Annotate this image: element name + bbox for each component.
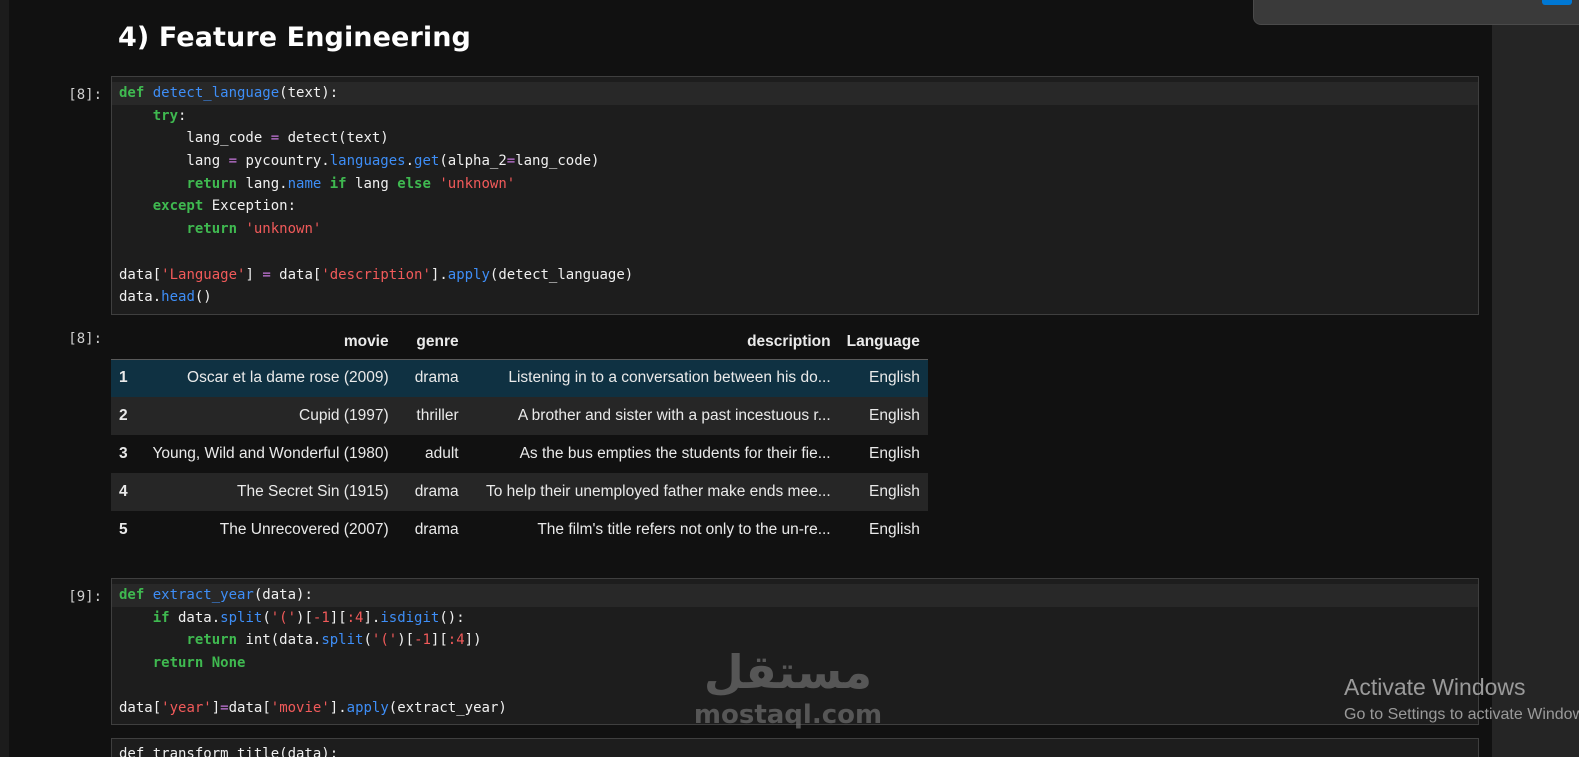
mostaql-watermark: مستقل mostaql.com: [688, 645, 888, 731]
cell-genre: drama: [396, 359, 467, 397]
row-index: 4: [111, 473, 136, 511]
column-header-movie: movie: [135, 325, 397, 360]
cell-description: A brother and sister with a past incestu…: [466, 397, 839, 435]
table-row[interactable]: 4 The Secret Sin (1915) drama To help their…: [111, 473, 928, 511]
activate-windows-title: Activate Windows: [1344, 674, 1526, 700]
row-index: 5: [111, 511, 136, 549]
table-row[interactable]: 1 Oscar et la dame rose (2009) drama Listen…: [111, 359, 928, 397]
code-line: data.head(): [119, 289, 212, 306]
cell-prompt-9: [9]:: [68, 589, 102, 605]
cell-language: English: [838, 359, 928, 397]
cell-description: The film's title refers not only to the …: [466, 511, 839, 549]
popup-accent-button[interactable]: [1542, 0, 1572, 5]
cell-genre: adult: [396, 435, 467, 473]
code-line: return 'unknown': [186, 221, 322, 238]
code-line: except Exception:: [152, 198, 297, 215]
cell-genre: drama: [396, 511, 467, 549]
cell-movie: The Secret Sin (1915): [135, 473, 397, 511]
cell-description: Listening in to a conversation between h…: [466, 359, 839, 397]
table-row[interactable]: 5 The Unrecovered (2007) drama The film's t…: [111, 511, 928, 549]
next-cell-code[interactable]: def transform_title(data):: [112, 743, 1478, 757]
table-row[interactable]: 2 Cupid (1997) thriller A brother and siste…: [111, 397, 928, 435]
code-editor[interactable]: def detect_language(text): try: lang_cod…: [112, 82, 1478, 309]
watermark-logo: مستقل: [703, 645, 873, 699]
activate-windows-notice: Activate Windows Go to Settings to activ…: [1344, 673, 1579, 729]
dataframe-output: movie genre description Language 1 Oscar …: [111, 325, 928, 549]
dataframe-header-row: movie genre description Language: [111, 325, 928, 360]
code-cell-detect-language[interactable]: def detect_language(text): try: lang_cod…: [111, 76, 1479, 315]
code-line: def detect_language(text):: [112, 82, 1478, 105]
cell-movie: Cupid (1997): [135, 397, 397, 435]
code-line: def extract_year(data):: [112, 584, 1478, 607]
cell-genre: drama: [396, 473, 467, 511]
code-line: try:: [152, 107, 187, 124]
cell-language: English: [838, 511, 928, 549]
activate-windows-subtitle: Go to Settings to activate Windows.: [1344, 706, 1579, 723]
cell-description: To help their unemployed father make end…: [466, 473, 839, 511]
column-header-index: [111, 325, 136, 360]
cell-genre: thriller: [396, 397, 467, 435]
section-heading: 4) Feature Engineering: [118, 22, 471, 53]
table-row[interactable]: 3 Young, Wild and Wonderful (1980) adult As…: [111, 435, 928, 473]
code-line: lang_code = detect(text): [119, 130, 389, 147]
cell-movie: Young, Wild and Wonderful (1980): [135, 435, 397, 473]
code-line: data['Language'] = data['description'].a…: [119, 266, 634, 283]
code-line: lang = pycountry.languages.get(alpha_2=l…: [119, 153, 600, 170]
cell-language: English: [838, 473, 928, 511]
cell-movie: Oscar et la dame rose (2009): [135, 359, 397, 397]
row-index: 2: [111, 397, 136, 435]
column-header-description: description: [466, 325, 839, 360]
code-cell-next-partial[interactable]: def transform_title(data):: [111, 738, 1479, 757]
cell-language: English: [838, 435, 928, 473]
left-gutter-strip: [0, 0, 9, 757]
cell-prompt-8: [8]:: [68, 87, 102, 103]
watermark-url: mostaql.com: [693, 700, 883, 730]
cell-movie: The Unrecovered (2007): [135, 511, 397, 549]
code-line: return lang.name if lang else 'unknown': [186, 175, 516, 192]
cell-language: English: [838, 397, 928, 435]
column-header-genre: genre: [396, 325, 467, 360]
row-index: 3: [111, 435, 136, 473]
notification-popup[interactable]: [1253, 0, 1579, 25]
right-side-panel: [1492, 0, 1579, 757]
column-header-language: Language: [838, 325, 928, 360]
code-line: if data.split('(')[-1][:4].isdigit():: [152, 609, 465, 626]
row-index: 1: [111, 359, 136, 397]
output-prompt-8: [8]:: [68, 331, 102, 347]
cell-description: As the bus empties the students for thei…: [466, 435, 839, 473]
